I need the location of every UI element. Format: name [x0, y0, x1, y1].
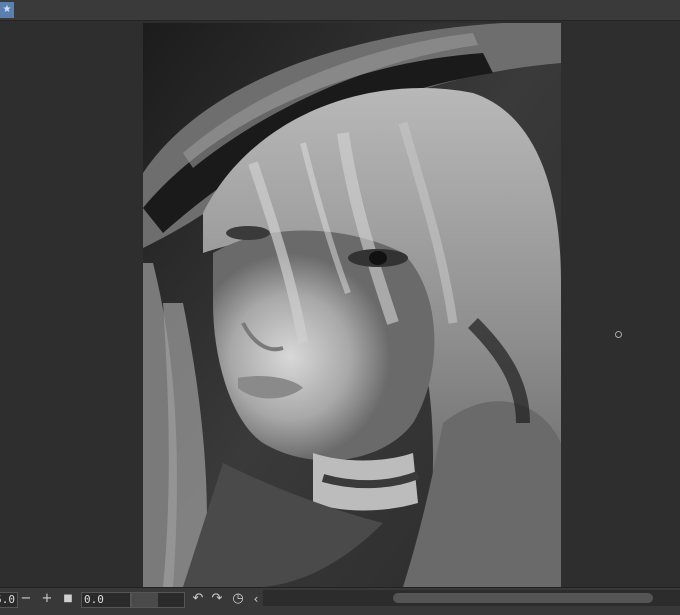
square-icon: ■: [63, 593, 73, 604]
clock-icon: ◷: [232, 591, 244, 606]
scroll-left-button[interactable]: ‹: [248, 591, 264, 607]
rotate-left-button[interactable]: ↶: [190, 591, 206, 607]
rotation-angle-input[interactable]: 0.0: [81, 592, 131, 608]
rotation-slider[interactable]: [131, 592, 185, 608]
rotate-right-button[interactable]: ↷: [209, 591, 225, 607]
star-icon: ★: [2, 4, 12, 15]
rotation-slider-fill: [132, 593, 158, 607]
zoom-out-button[interactable]: −: [18, 591, 34, 607]
navigator-status-bar: 5.0 − + ■ 0.0 ↶ ↷ ◷ ‹: [0, 587, 680, 615]
chevron-left-icon: ‹: [253, 592, 259, 606]
minus-icon: −: [20, 591, 32, 606]
artwork-canvas[interactable]: [143, 23, 561, 587]
paint-app-window: ★ .0 − + ■ 0.0 ↶ ↷ ◷ ‹: [0, 0, 680, 615]
document-tab-icon[interactable]: ★: [0, 2, 14, 18]
painting-image: [143, 23, 561, 587]
scrollbar-thumb[interactable]: [393, 593, 653, 603]
plus-icon: +: [41, 591, 53, 606]
fit-to-window-button[interactable]: ■: [60, 591, 76, 607]
zoom-level-input[interactable]: 5.0: [0, 592, 18, 608]
horizontal-scrollbar[interactable]: [263, 590, 680, 606]
zoom-in-button[interactable]: +: [39, 591, 55, 607]
rotate-left-icon: ↶: [192, 591, 204, 606]
rotate-right-icon: ↷: [211, 591, 223, 606]
document-tab-bar: ★: [0, 0, 680, 21]
brush-cursor-icon: [615, 331, 622, 338]
reset-rotation-button[interactable]: ◷: [230, 591, 246, 607]
